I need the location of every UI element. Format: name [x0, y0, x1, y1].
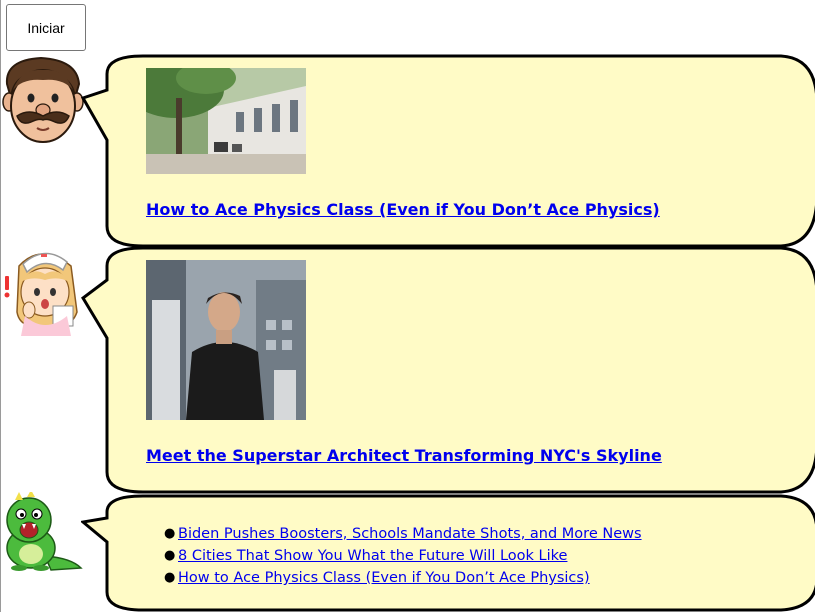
news-link-list: ● Biden Pushes Boosters, Schools Mandate…	[164, 523, 642, 589]
list-item: ● Biden Pushes Boosters, Schools Mandate…	[164, 523, 642, 545]
campus-courtyard-photo[interactable]	[146, 68, 306, 174]
bullet: ●	[164, 526, 176, 541]
list-item: ● 8 Cities That Show You What the Future…	[164, 545, 642, 567]
message-bubble-3: ● Biden Pushes Boosters, Schools Mandate…	[81, 492, 815, 612]
message-bubble-1: How to Ace Physics Class (Even if You Do…	[81, 54, 815, 248]
mustache-man-icon	[1, 54, 85, 146]
bullet: ●	[164, 570, 176, 585]
start-button[interactable]: Iniciar	[6, 4, 86, 51]
surprised-nurse-icon	[1, 246, 85, 336]
architect-portrait-photo[interactable]	[146, 260, 306, 420]
list-item: ● How to Ace Physics Class (Even if You …	[164, 567, 642, 589]
page: Iniciar How to Ace Physics Class (Even i…	[0, 0, 815, 612]
bullet: ●	[164, 548, 176, 563]
news-link-3[interactable]: How to Ace Physics Class (Even if You Do…	[178, 570, 590, 586]
message-bubble-2: Meet the Superstar Architect Transformin…	[81, 246, 815, 496]
green-dinosaur-icon	[1, 492, 85, 572]
news-link-1[interactable]: Biden Pushes Boosters, Schools Mandate S…	[178, 526, 642, 542]
headline-link-2[interactable]: Meet the Superstar Architect Transformin…	[146, 446, 662, 465]
headline-link-1[interactable]: How to Ace Physics Class (Even if You Do…	[146, 200, 660, 219]
news-link-2[interactable]: 8 Cities That Show You What the Future W…	[178, 548, 567, 564]
